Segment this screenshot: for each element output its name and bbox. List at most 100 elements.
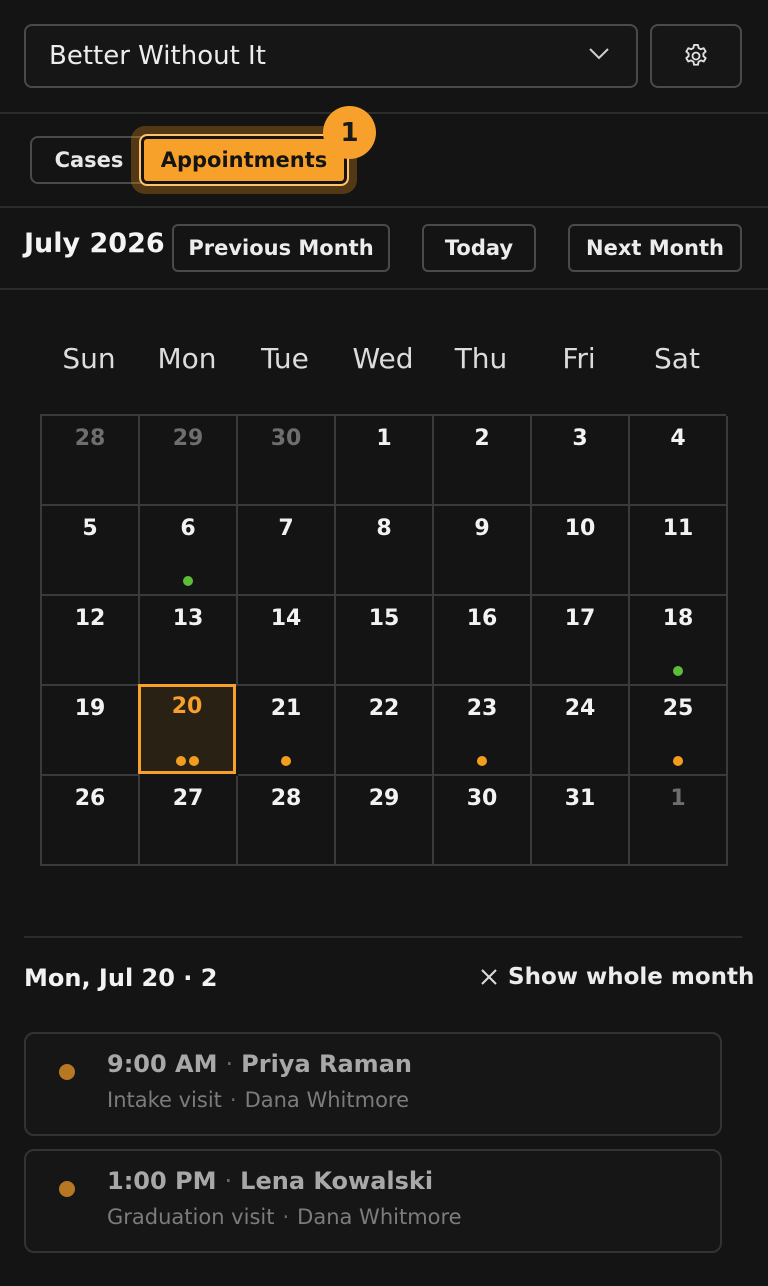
calendar-day-number: 28 <box>74 426 106 451</box>
appointment-staff: Dana Whitmore <box>244 1088 410 1112</box>
calendar-day[interactable]: 7 <box>238 506 336 596</box>
calendar-day-number: 1 <box>670 786 686 811</box>
calendar-day[interactable]: 18 <box>630 596 728 686</box>
calendar-day[interactable]: 19 <box>42 686 140 776</box>
appointment-dot <box>281 756 291 766</box>
calendar-day-number: 8 <box>376 516 392 541</box>
calendar-day[interactable]: 28 <box>238 776 336 866</box>
header-divider <box>0 112 768 114</box>
calendar-day[interactable]: 17 <box>532 596 630 686</box>
calendar-day[interactable]: 30 <box>434 776 532 866</box>
calendar-day[interactable]: 16 <box>434 596 532 686</box>
calendar-day-number: 9 <box>474 516 490 541</box>
calendar-day[interactable]: 10 <box>532 506 630 596</box>
calendar-day[interactable]: 12 <box>42 596 140 686</box>
calendar-day[interactable]: 23 <box>434 686 532 776</box>
calendar-day[interactable]: 6 <box>140 506 238 596</box>
calendar-day-number: 21 <box>270 696 302 721</box>
gear-icon <box>685 43 707 66</box>
calendar-day[interactable]: 2 <box>434 416 532 506</box>
calendar-day[interactable]: 11 <box>630 506 728 596</box>
calendar-day[interactable]: 8 <box>336 506 434 596</box>
calendar-day[interactable]: 29 <box>336 776 434 866</box>
calendar-day[interactable]: 24 <box>532 686 630 776</box>
appointment-client: Lena Kowalski <box>240 1167 434 1195</box>
calendar-day-number: 1 <box>376 426 392 451</box>
calendar-day[interactable]: 27 <box>140 776 238 866</box>
appointment-indicators <box>630 666 726 676</box>
calendar-day[interactable]: 4 <box>630 416 728 506</box>
weekday-label: Tue <box>261 342 309 375</box>
calendar-day-number: 4 <box>670 426 686 451</box>
calendar-day-number: 29 <box>172 426 204 451</box>
appointment-staff: Dana Whitmore <box>297 1205 462 1229</box>
calendar-day-selected[interactable]: 20 <box>138 684 236 774</box>
weekday-label: Wed <box>352 342 414 375</box>
calendar-day-number: 3 <box>572 426 588 451</box>
calendar-day[interactable]: 21 <box>238 686 336 776</box>
detail-divider <box>24 936 742 938</box>
calendar-day-number: 12 <box>74 606 106 631</box>
appointment-card[interactable]: 1:00 PM · Lena Kowalski Graduation visit · D… <box>24 1149 722 1253</box>
calendar-day[interactable]: 1 <box>336 416 434 506</box>
calendar-day[interactable]: 1 <box>630 776 728 866</box>
program-select-value: Better Without It <box>49 41 266 71</box>
appointment-card[interactable]: 9:00 AM · Priya Raman Intake visit · Dana Wh… <box>24 1032 722 1136</box>
program-select[interactable]: Better Without It <box>24 24 638 88</box>
calendar-day[interactable]: 29 <box>140 416 238 506</box>
appointment-indicators <box>140 576 236 586</box>
calendar-day-number: 15 <box>368 606 400 631</box>
calendar-day[interactable]: 31 <box>532 776 630 866</box>
next-month-button[interactable]: Next Month <box>568 224 742 272</box>
calendar-day[interactable]: 9 <box>434 506 532 596</box>
calendar-day[interactable]: 3 <box>532 416 630 506</box>
calendar-day[interactable]: 25 <box>630 686 728 776</box>
calendar-day[interactable]: 28 <box>42 416 140 506</box>
calendar-day-number: 2 <box>474 426 490 451</box>
appointment-type: Intake visit <box>107 1088 222 1112</box>
calendar-day-number: 18 <box>662 606 694 631</box>
calendar-day[interactable]: 13 <box>140 596 238 686</box>
calendar-day-number: 23 <box>466 696 498 721</box>
calendar-day-number: 16 <box>466 606 498 631</box>
weekday-label: Sun <box>62 342 116 375</box>
calendar-day[interactable]: 14 <box>238 596 336 686</box>
calendar-day-number: 25 <box>662 696 694 721</box>
settings-button[interactable] <box>650 24 742 88</box>
calendar-day-number: 10 <box>564 516 596 541</box>
appointment-dot <box>175 756 186 766</box>
appointment-dot <box>673 756 683 766</box>
weekday-label: Sat <box>654 342 700 375</box>
calendar-day-number: 24 <box>564 696 596 721</box>
calendar-day[interactable]: 22 <box>336 686 434 776</box>
calendar-day-number: 28 <box>270 786 302 811</box>
show-whole-month-label: Show whole month <box>508 964 755 990</box>
show-whole-month-button[interactable]: Show whole month <box>480 964 754 990</box>
calendar-day-number: 20 <box>171 694 203 719</box>
calendar-day[interactable]: 30 <box>238 416 336 506</box>
calendar-day-number: 31 <box>564 786 596 811</box>
tab-appointments[interactable]: Appointments <box>139 134 349 186</box>
month-label: July 2026 <box>24 228 165 259</box>
nav-divider <box>0 288 768 290</box>
calendar-day-number: 27 <box>172 786 204 811</box>
calendar-day[interactable]: 15 <box>336 596 434 686</box>
appointment-dot <box>188 756 199 766</box>
appointment-subtitle: Graduation visit · Dana Whitmore <box>107 1205 462 1229</box>
appointments-count-badge: 1 <box>323 106 376 159</box>
appointment-indicators <box>141 756 233 766</box>
calendar-day-number: 30 <box>270 426 302 451</box>
today-button[interactable]: Today <box>422 224 536 272</box>
previous-month-button[interactable]: Previous Month <box>172 224 390 272</box>
appointment-title: 1:00 PM · Lena Kowalski <box>107 1167 434 1195</box>
calendar-day-number: 29 <box>368 786 400 811</box>
calendar-day-number: 6 <box>180 516 196 541</box>
calendar-day-number: 7 <box>278 516 294 541</box>
calendar-day-number: 11 <box>662 516 694 541</box>
calendar-day[interactable]: 26 <box>42 776 140 866</box>
appointment-dot <box>673 666 683 676</box>
appointment-title: 9:00 AM · Priya Raman <box>107 1050 412 1078</box>
appointment-type: Graduation visit <box>107 1205 275 1229</box>
calendar-day[interactable]: 5 <box>42 506 140 596</box>
appointment-indicators <box>630 756 726 766</box>
